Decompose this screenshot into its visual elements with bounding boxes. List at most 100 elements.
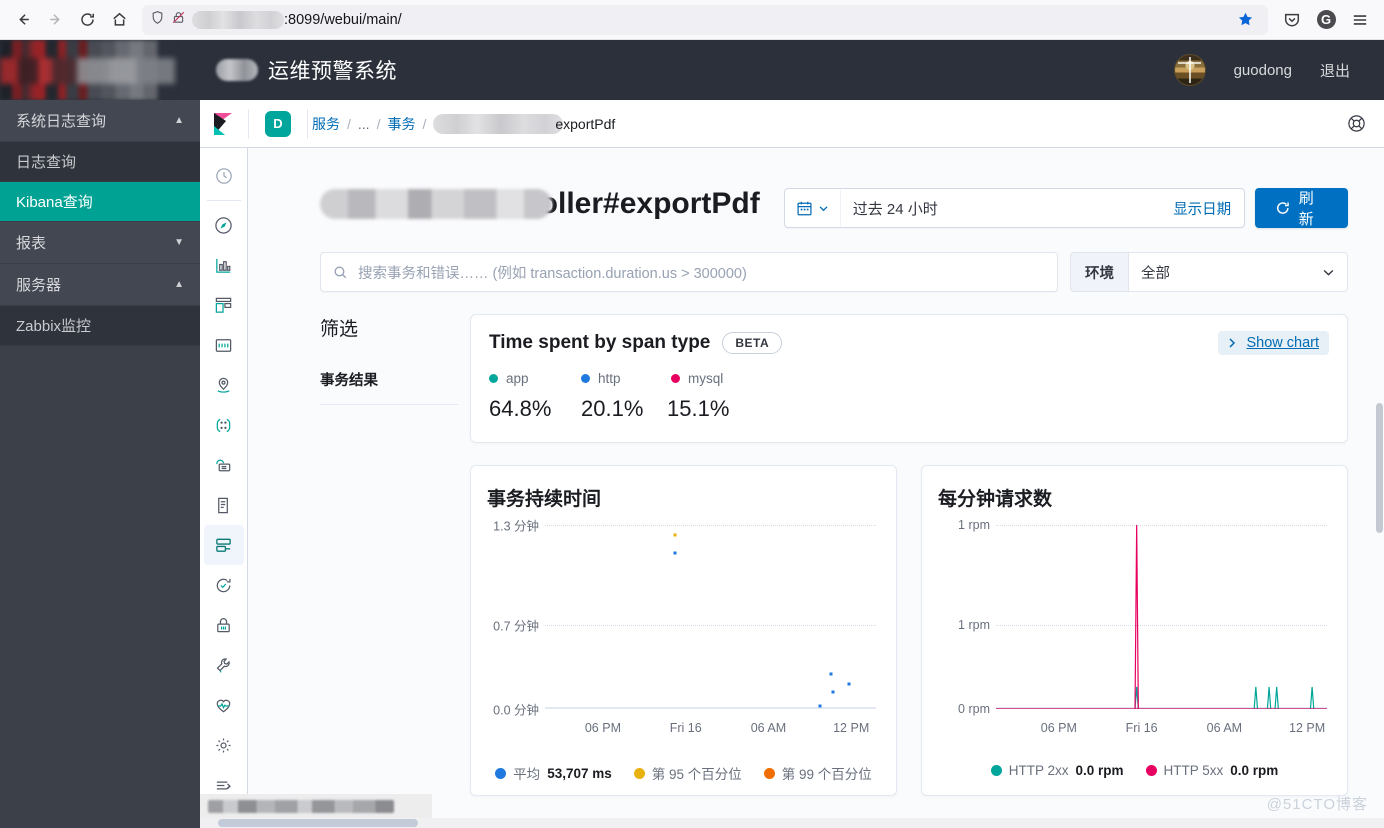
breadcrumb-separator: / bbox=[422, 115, 427, 132]
avatar[interactable] bbox=[1173, 54, 1206, 86]
dev-tools-wrench-icon[interactable] bbox=[204, 645, 244, 685]
rail-divider bbox=[206, 200, 241, 201]
app-menu-button[interactable] bbox=[1344, 5, 1376, 35]
visualize-bar-chart-icon[interactable] bbox=[204, 245, 244, 285]
vertical-scrollbar-thumb[interactable] bbox=[1376, 403, 1383, 533]
legend-dot-p99-icon bbox=[763, 767, 775, 779]
y-tick-label: 0.0 分钟 bbox=[493, 703, 539, 718]
chart-title: 事务持续时间 bbox=[487, 489, 602, 510]
date-quick-select-button[interactable] bbox=[785, 189, 841, 227]
breadcrumb-ellipsis[interactable]: ... bbox=[358, 116, 370, 132]
address-bar[interactable]: :8099/webui/main/ bbox=[142, 4, 1268, 35]
vertical-scrollbar[interactable] bbox=[1375, 148, 1384, 828]
horizontal-scrollbar[interactable] bbox=[200, 818, 1384, 828]
x-tick-label: Fri 16 bbox=[669, 721, 702, 735]
date-range-value[interactable]: 过去 24 小时 bbox=[841, 198, 1160, 219]
y-tick-label: 1 rpm bbox=[958, 618, 990, 633]
legend-item-average[interactable]: 平均 53,707 ms bbox=[495, 763, 612, 783]
infrastructure-icon[interactable] bbox=[204, 445, 244, 485]
sidebar-item-zabbix[interactable]: Zabbix监控 bbox=[0, 306, 200, 346]
span-legend-label: app bbox=[506, 371, 529, 386]
breadcrumb-transactions[interactable]: 事务 bbox=[387, 114, 415, 134]
sidebar-group-system-logs[interactable]: 系统日志查询 ▲ bbox=[0, 100, 200, 142]
account-button[interactable]: G bbox=[1310, 5, 1342, 35]
sidebar: 系统日志查询 ▲ 日志查询 Kibana查询 报表 ▼ 服务器 ▲ Zabbix… bbox=[0, 100, 200, 828]
legend-item-http-5xx[interactable]: HTTP 5xx 0.0 rpm bbox=[1145, 763, 1278, 778]
app-title-wrap: 运维预警系统 bbox=[216, 55, 397, 85]
chart-plot-area[interactable]: 1.3 分钟 0.7 分钟 0.0 分钟 06 PM Fri 16 06 AM … bbox=[487, 517, 880, 747]
logout-link[interactable]: 退出 bbox=[1320, 60, 1350, 81]
body-wrap: 系统日志查询 ▲ 日志查询 Kibana查询 报表 ▼ 服务器 ▲ Zabbix… bbox=[0, 100, 1384, 828]
y-tick-label: 1.3 分钟 bbox=[493, 519, 539, 534]
y-tick-label: 0.7 分钟 bbox=[493, 619, 539, 634]
dashboard-icon[interactable] bbox=[204, 285, 244, 325]
beta-badge: BETA bbox=[722, 332, 783, 354]
legend-item-p95[interactable]: 第 95 个百分位 bbox=[633, 763, 742, 783]
legend-item-http-2xx[interactable]: HTTP 2xx 0.0 rpm bbox=[990, 763, 1124, 778]
stack-monitoring-heart-icon[interactable] bbox=[204, 685, 244, 725]
environment-select[interactable]: 全部 bbox=[1128, 252, 1348, 292]
filter-group-transaction-result[interactable]: 事务结果 bbox=[320, 369, 458, 390]
chart-plot-area[interactable]: 1 rpm 1 rpm 0 rpm 06 PM Fri 16 06 AM 12 … bbox=[938, 517, 1331, 747]
chevron-down-icon bbox=[1323, 269, 1334, 276]
status-bar-redaction bbox=[208, 799, 394, 813]
data-point bbox=[818, 704, 822, 708]
chevron-down-icon bbox=[819, 205, 828, 211]
sidebar-group-reports[interactable]: 报表 ▼ bbox=[0, 222, 200, 264]
show-chart-button[interactable]: Show chart bbox=[1218, 331, 1329, 355]
discover-compass-icon[interactable] bbox=[204, 205, 244, 245]
legend-dot-mysql-icon bbox=[671, 374, 680, 383]
breadcrumb-current-label: exportPdf bbox=[555, 115, 616, 132]
back-arrow-icon bbox=[18, 14, 29, 25]
shield-icon[interactable] bbox=[150, 10, 165, 29]
chart-legend: 平均 53,707 ms 第 95 个百分位 第 99 个百分位 bbox=[487, 763, 880, 783]
maps-pin-icon[interactable] bbox=[204, 365, 244, 405]
management-gear-icon[interactable] bbox=[204, 725, 244, 765]
filters-title: 筛选 bbox=[320, 319, 359, 340]
horizontal-scrollbar-thumb[interactable] bbox=[218, 819, 418, 827]
sidebar-group-servers[interactable]: 服务器 ▲ bbox=[0, 264, 200, 306]
rpm-plot: 1 rpm 1 rpm 0 rpm 06 PM Fri 16 06 AM 12 … bbox=[958, 518, 1327, 735]
canvas-icon[interactable] bbox=[204, 325, 244, 365]
pocket-icon bbox=[1284, 13, 1300, 26]
url-value: :8099/webui/main/ bbox=[284, 11, 402, 28]
watermark: @51CTO博客 bbox=[1266, 796, 1368, 813]
forward-button[interactable] bbox=[40, 5, 70, 35]
bookmark-star-icon[interactable] bbox=[1230, 5, 1260, 35]
page-title: troller#exportPdf bbox=[320, 186, 760, 222]
legend-value: 53,707 ms bbox=[547, 765, 612, 781]
url-redaction bbox=[192, 10, 284, 29]
sidebar-item-label: 日志查询 bbox=[16, 154, 77, 171]
home-button[interactable] bbox=[104, 5, 134, 35]
reload-button[interactable] bbox=[72, 5, 102, 35]
breadcrumb-redaction bbox=[433, 113, 564, 134]
legend-dot-5xx-icon bbox=[1145, 765, 1157, 776]
machine-learning-icon[interactable] bbox=[204, 405, 244, 445]
insecure-lock-icon[interactable] bbox=[171, 10, 186, 29]
apm-icon[interactable] bbox=[203, 525, 244, 565]
refresh-button[interactable]: 刷新 bbox=[1255, 188, 1348, 228]
uptime-icon[interactable] bbox=[204, 565, 244, 605]
space-badge[interactable]: D bbox=[265, 110, 291, 137]
kibana-logo-icon[interactable] bbox=[200, 112, 248, 136]
span-legend-item: app bbox=[489, 371, 551, 386]
breadcrumb-services[interactable]: 服务 bbox=[312, 114, 340, 134]
status-bar-link-preview bbox=[200, 794, 432, 818]
legend-item-p99[interactable]: 第 99 个百分位 bbox=[763, 763, 872, 783]
search-icon bbox=[334, 266, 347, 278]
show-dates-button[interactable]: 显示日期 bbox=[1160, 198, 1244, 219]
legend-label: 第 99 个百分位 bbox=[781, 767, 872, 782]
kibana-frame: D 服务 / ... / 事务 / exportPdf troller#expo… bbox=[200, 100, 1384, 828]
pocket-button[interactable] bbox=[1276, 5, 1308, 35]
search-input[interactable]: 搜索事务和错误…… (例如 transaction.duration.us > … bbox=[320, 252, 1058, 292]
siem-lock-icon[interactable] bbox=[204, 605, 244, 645]
logs-scroll-icon[interactable] bbox=[204, 485, 244, 525]
help-lifebuoy-icon[interactable] bbox=[1347, 114, 1366, 133]
recently-viewed-clock-icon[interactable] bbox=[204, 156, 244, 196]
sidebar-item-log-query[interactable]: 日志查询 bbox=[0, 142, 200, 182]
browser-toolbar: :8099/webui/main/ G bbox=[0, 0, 1384, 40]
data-point bbox=[829, 672, 833, 676]
sidebar-item-kibana-query[interactable]: Kibana查询 bbox=[0, 182, 200, 222]
date-picker[interactable]: 过去 24 小时 显示日期 bbox=[783, 188, 1246, 228]
back-button[interactable] bbox=[8, 5, 38, 35]
